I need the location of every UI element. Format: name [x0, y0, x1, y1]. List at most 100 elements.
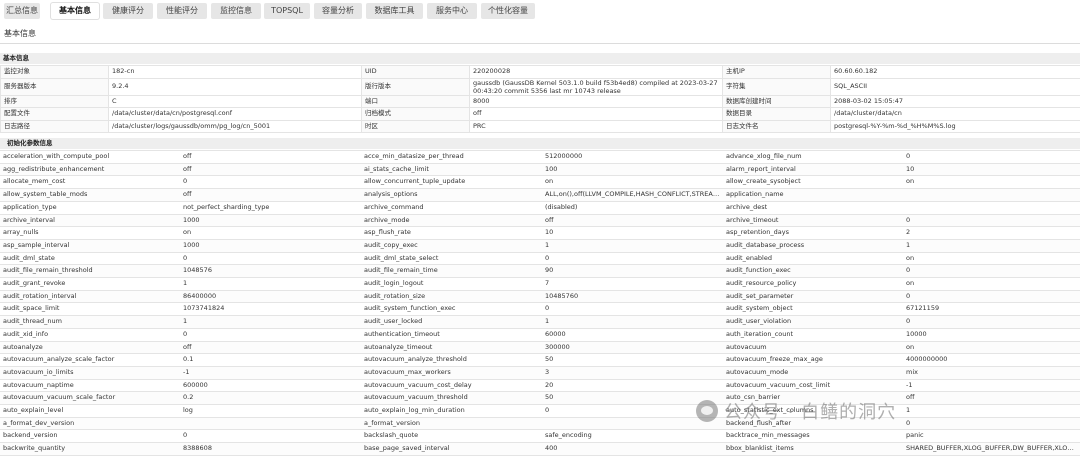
field-value: 300000: [542, 340, 723, 355]
param-row: a_format_dev_version a_format_version back…: [0, 416, 1080, 431]
param-row: asp_sample_interval 1000 audit_copy_exec 1 a…: [0, 238, 1080, 253]
field-value: 0: [180, 251, 361, 266]
field-label: 字符集: [722, 77, 831, 96]
field-value: 1000: [180, 213, 361, 228]
field-value: 0: [903, 264, 1080, 279]
field-value: /data/cluster/data/cn/postgresql.conf: [108, 107, 362, 121]
field-value: 600000: [180, 378, 361, 393]
field-label: audit_function_exec: [723, 264, 903, 279]
field-value: [903, 200, 1080, 215]
param-row: autovacuum_io_limits -1 autovacuum_max_wor…: [0, 365, 1080, 380]
field-label: audit_resource_policy: [723, 277, 903, 291]
field-label: audit_enabled: [723, 251, 903, 266]
tab-personalized[interactable]: 个性化容量: [481, 3, 535, 19]
field-label: autovacuum_naptime: [0, 378, 180, 393]
field-value: off: [542, 213, 723, 228]
field-label: autovacuum_io_limits: [0, 365, 180, 380]
field-value: 0: [542, 302, 723, 317]
field-value: [903, 188, 1080, 202]
param-row: audit_thread_num 1 audit_user_locked 1 audit…: [0, 315, 1080, 329]
field-label: autovacuum_mode: [723, 365, 903, 380]
field-value: 0: [542, 404, 723, 418]
field-value: -1: [903, 378, 1080, 393]
field-label: backslash_quote: [361, 429, 542, 444]
field-value: 50: [542, 353, 723, 367]
field-value: off: [903, 391, 1080, 406]
field-value: on: [180, 226, 361, 240]
field-label: acceleration_with_compute_pool: [0, 150, 180, 164]
field-value: 1: [180, 277, 361, 291]
tab-topsql[interactable]: TOPSQL: [264, 3, 310, 19]
tab-summary[interactable]: 汇总信息: [4, 3, 40, 19]
tab-basic-info[interactable]: 基本信息: [51, 3, 99, 19]
field-label: autovacuum_analyze_scale_factor: [0, 353, 180, 367]
field-value: 0.1: [180, 353, 361, 367]
field-label: allocate_mem_cost: [0, 175, 180, 190]
basic-info-row: 日志路径/data/cluster/logs/gaussdb/omm/pg_lo…: [0, 119, 1080, 133]
field-value: 0: [542, 251, 723, 266]
field-value: 3: [542, 365, 723, 380]
field-label: audit_dml_state_select: [361, 251, 542, 266]
param-row: application_type not_perfect_sharding_typ…: [0, 200, 1080, 215]
field-label: allow_system_table_mods: [0, 188, 180, 202]
field-label: autovacuum_vacuum_cost_limit: [723, 378, 903, 393]
field-value: SHARED_BUFFER,XLOG_BUFFER,DW_BUFFER,XLOG…: [903, 442, 1080, 456]
field-label: bbox_blanklist_items: [723, 442, 903, 456]
field-label: 版行版本: [361, 77, 470, 96]
field-value: on: [903, 277, 1080, 291]
param-row: audit_space_limit 1073741824 audit_system_…: [0, 302, 1080, 317]
basic-info-section-header: 基本信息: [0, 53, 1080, 64]
section-title: 初始化参数信息: [7, 139, 53, 147]
field-label: autovacuum_freeze_max_age: [723, 353, 903, 367]
tab-capacity-analysis[interactable]: 容量分析: [314, 3, 362, 19]
field-value: 220200028: [469, 65, 723, 79]
field-value: 9.2.4: [108, 77, 362, 96]
section-title: 基本信息: [3, 54, 29, 62]
basic-info-row: 服务器版本 9.2.4 版行版本 gaussdb (GaussDB Kernel 50…: [0, 77, 1080, 96]
field-value: on: [542, 175, 723, 190]
field-label: autovacuum_vacuum_cost_delay: [361, 378, 542, 393]
field-label: asp_sample_interval: [0, 238, 180, 253]
field-value: 1000: [180, 238, 361, 253]
field-label: asp_retention_days: [723, 226, 903, 240]
tab-performance-score[interactable]: 性能评分: [157, 3, 207, 19]
field-label: 端口: [361, 94, 470, 108]
field-label: archive_timeout: [723, 213, 903, 228]
tab-health-score[interactable]: 健康评分: [103, 3, 153, 19]
field-value: 1: [542, 315, 723, 329]
field-value: panic: [903, 429, 1080, 444]
field-label: backend_flush_after: [723, 416, 903, 431]
field-value: -1: [180, 365, 361, 380]
field-value: 0: [903, 213, 1080, 228]
field-value: 20: [542, 378, 723, 393]
tab-database-tools[interactable]: 数据库工具: [366, 3, 423, 19]
param-row: autoanalyze off autoanalyze_timeout 300000 a…: [0, 340, 1080, 355]
field-value: 0: [180, 429, 361, 444]
basic-info-row: 配置文件/data/cluster/data/cn/postgresql.con…: [0, 107, 1080, 121]
field-value: not_perfect_sharding_type: [180, 200, 361, 215]
field-label: audit_system_function_exec: [361, 302, 542, 317]
field-value: [180, 416, 361, 431]
field-label: application_type: [0, 200, 180, 215]
param-row: audit_grant_revoke 1 audit_login_logout 7 au…: [0, 277, 1080, 291]
divider: [0, 43, 1080, 44]
field-label: audit_xid_info: [0, 327, 180, 342]
field-value: 90: [542, 264, 723, 279]
field-value: safe_encoding: [542, 429, 723, 444]
tab-service-center[interactable]: 服务中心: [427, 3, 477, 19]
basic-info-row: 排序 C 端口 8000 数据库创建时间 2088-03-02 15:05:47: [0, 94, 1080, 108]
field-label: a_format_version: [361, 416, 542, 431]
field-label: a_format_dev_version: [0, 416, 180, 431]
field-label: auto_statistic_ext_columns: [723, 404, 903, 418]
field-value: mix: [903, 365, 1080, 380]
field-label: 日志文件名: [722, 119, 831, 133]
field-label: analysis_options: [361, 188, 542, 202]
field-label: auth_iteration_count: [723, 327, 903, 342]
field-label: audit_copy_exec: [361, 238, 542, 253]
field-value: 10485760: [542, 289, 723, 304]
field-value: on: [903, 340, 1080, 355]
field-label: agg_redistribute_enhancement: [0, 162, 180, 177]
field-value: 512000000: [542, 150, 723, 164]
tab-monitoring-info[interactable]: 监控信息: [211, 3, 261, 19]
field-label: audit_space_limit: [0, 302, 180, 317]
